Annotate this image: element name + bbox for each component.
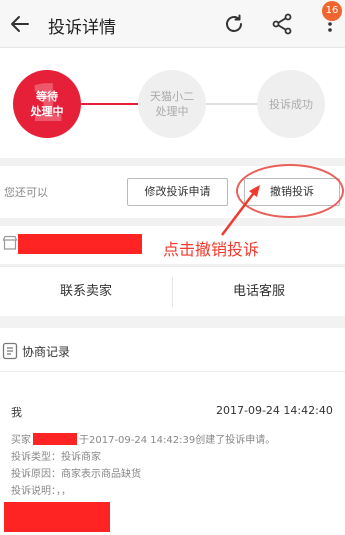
step-label: 天猫小二 处理中 [150, 90, 194, 118]
record-complaint-type: 投诉类型：投诉商家 [11, 452, 101, 463]
notification-badge: 16 [322, 1, 342, 21]
back-arrow-icon[interactable] [8, 12, 32, 36]
step-label: 投诉成功 [269, 97, 313, 111]
record-buyer-prefix: 买家 [11, 435, 31, 446]
actions-label: 您还可以 [4, 186, 48, 199]
document-icon [2, 342, 18, 360]
modify-complaint-button[interactable]: 修改投诉申请 [127, 178, 228, 206]
annotation-arrow [221, 185, 260, 236]
progress-connector-pending [206, 103, 257, 105]
annotation-text: 点击撤销投诉 [163, 240, 260, 259]
complaint-progress: 1 等待 处理中 天猫小二 处理中 投诉成功 [0, 48, 345, 158]
record-created-text: 于2017-09-24 14:42:39创建了投诉申请。 [79, 435, 276, 446]
store-icon [2, 235, 18, 250]
record-complaint-note: 投诉说明：，， [11, 486, 71, 497]
refresh-icon[interactable] [222, 12, 246, 36]
record-complaint-reason: 投诉原因：商家表示商品缺货 [11, 469, 141, 480]
record-line: 买家 于2017-09-24 14:42:39创建了投诉申请。 [11, 431, 275, 446]
seller-name-redacted [18, 234, 142, 254]
step-tmall-processing: 天猫小二 处理中 [138, 70, 206, 138]
step-label: 等待 处理中 [30, 90, 64, 118]
progress-connector-done [81, 103, 138, 105]
step-success: 投诉成功 [257, 70, 325, 138]
buyer-name-redacted [33, 433, 77, 445]
step-waiting: 1 等待 处理中 [13, 70, 81, 138]
share-icon[interactable] [270, 12, 294, 36]
negotiation-header: 协商记录 [0, 328, 345, 372]
contact-seller-button[interactable]: 联系卖家 [0, 267, 172, 317]
record-author: 我 [11, 406, 22, 419]
contact-row: 联系卖家 电话客服 [0, 266, 345, 316]
negotiation-records: 协商记录 我 2017-09-24 14:42:40 买家 于2017-09-24… [0, 328, 345, 535]
record-time: 2017-09-24 14:42:40 [216, 404, 333, 417]
negotiation-title: 协商记录 [22, 345, 71, 359]
phone-service-button[interactable]: 电话客服 [173, 267, 345, 317]
top-bar: 投诉详情 16 [0, 0, 345, 48]
page-title: 投诉详情 [48, 18, 116, 38]
redacted-block [4, 502, 110, 532]
